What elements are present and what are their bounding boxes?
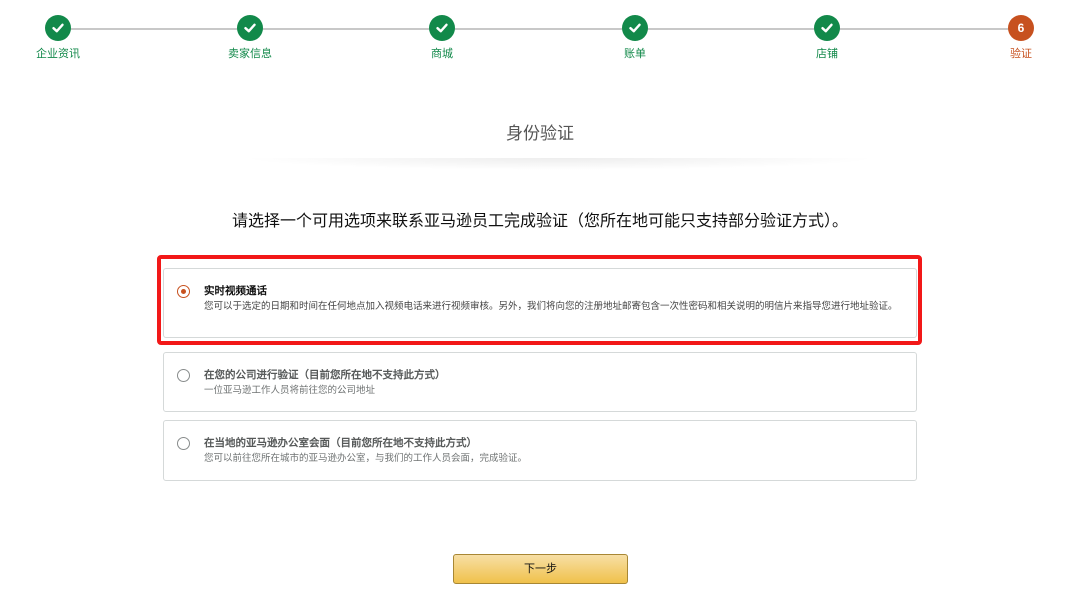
- instruction-text: 请选择一个可用选项来联系亚马逊员工完成验证（您所在地可能只支持部分验证方式）。: [231, 211, 848, 230]
- step-verification: 6 验证: [976, 15, 1066, 60]
- stepper-line: [58, 28, 1021, 30]
- page-title: 身份验证: [506, 124, 574, 144]
- option-description: 一位亚马逊工作人员将前往您的公司地址: [204, 385, 376, 396]
- option-verify-at-company[interactable]: 在您的公司进行验证（目前您所在地不支持此方式） 一位亚马逊工作人员将前往您的公司…: [163, 352, 917, 412]
- next-step-button[interactable]: 下一步: [453, 554, 628, 584]
- step-label: 账单: [624, 47, 646, 60]
- radio-button[interactable]: [177, 369, 190, 382]
- radio-button[interactable]: [177, 437, 190, 450]
- check-icon: [429, 15, 455, 41]
- step-seller-info: 卖家信息: [205, 15, 295, 60]
- step-billing: 账单: [590, 15, 680, 60]
- progress-stepper: 企业资讯 卖家信息 商城 账单 店铺 6 验证: [0, 0, 1080, 70]
- title-divider: [240, 158, 880, 170]
- step-company-info: 企业资讯: [13, 15, 103, 60]
- option-title: 实时视频通话: [204, 285, 267, 297]
- step-marketplace: 商城: [397, 15, 487, 60]
- check-icon: [45, 15, 71, 41]
- check-icon: [814, 15, 840, 41]
- option-description: 您可以前往您所在城市的亚马逊办公室，与我们的工作人员会面，完成验证。: [204, 453, 528, 464]
- step-label: 企业资讯: [36, 47, 80, 60]
- step-label: 商城: [431, 47, 453, 60]
- option-title: 在当地的亚马逊办公室会面（目前您所在地不支持此方式）: [204, 437, 477, 449]
- radio-button-selected[interactable]: [177, 285, 190, 298]
- check-icon: [237, 15, 263, 41]
- option-meet-at-office[interactable]: 在当地的亚马逊办公室会面（目前您所在地不支持此方式） 您可以前往您所在城市的亚马…: [163, 420, 917, 481]
- step-label: 店铺: [816, 47, 838, 60]
- step-store: 店铺: [782, 15, 872, 60]
- option-title: 在您的公司进行验证（目前您所在地不支持此方式）: [204, 369, 446, 381]
- step-label: 卖家信息: [228, 47, 272, 60]
- step-label: 验证: [1010, 47, 1032, 60]
- check-icon: [622, 15, 648, 41]
- option-live-video-call[interactable]: 实时视频通话 您可以于选定的日期和时间在任何地点加入视频电话来进行视频审核。另外…: [163, 268, 917, 338]
- option-description: 您可以于选定的日期和时间在任何地点加入视频电话来进行视频审核。另外，我们将向您的…: [204, 301, 898, 312]
- step-number-badge: 6: [1008, 15, 1034, 41]
